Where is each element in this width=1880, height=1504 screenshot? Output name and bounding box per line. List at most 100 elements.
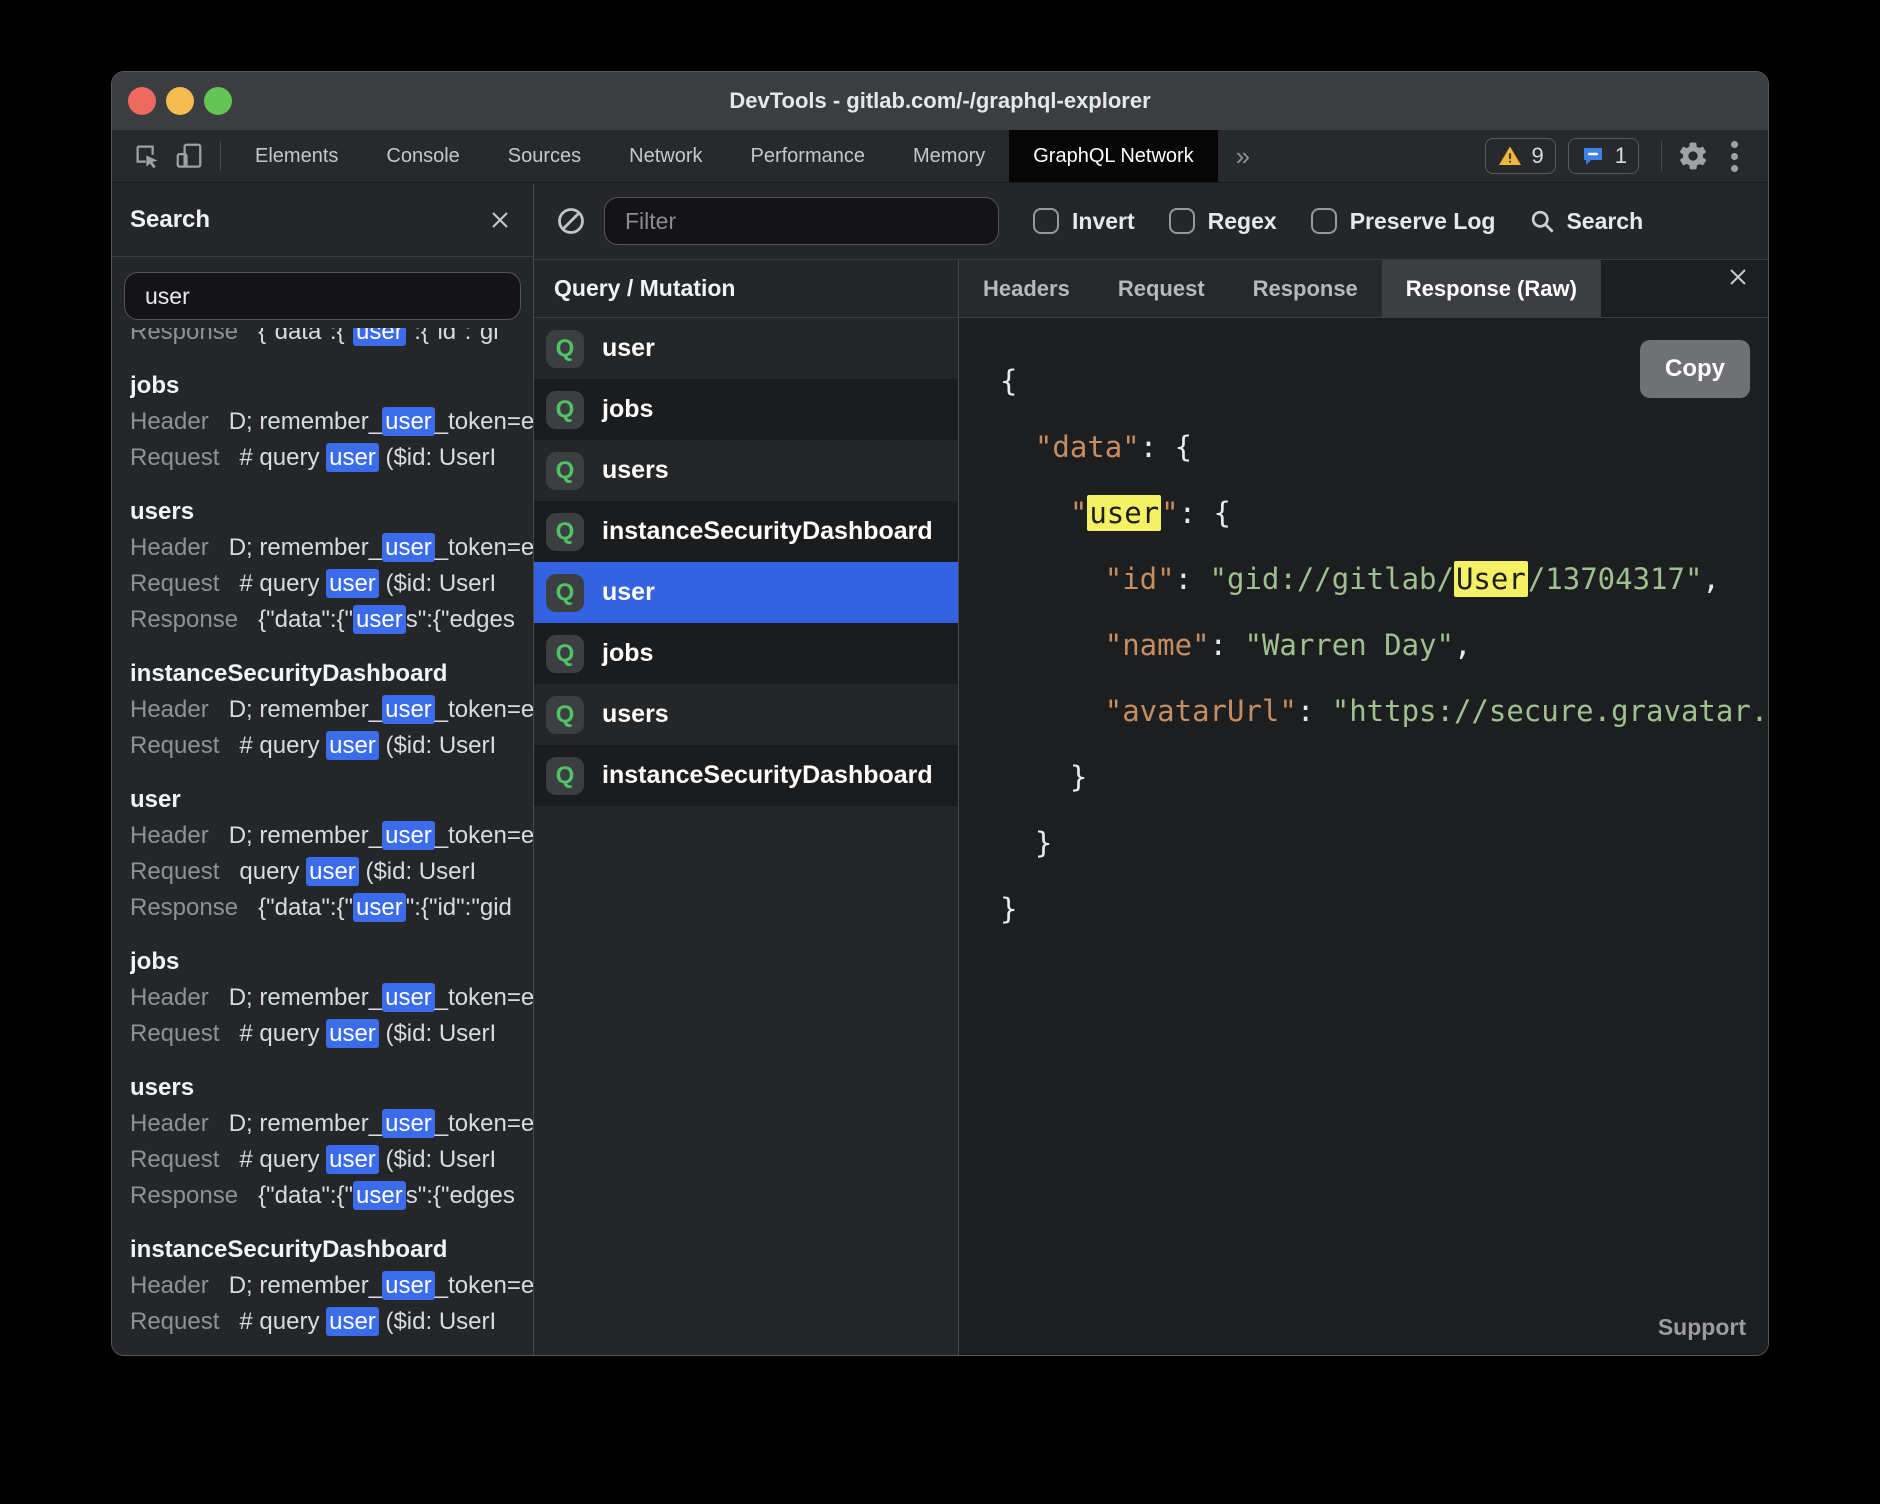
tab-console[interactable]: Console — [362, 130, 483, 182]
query-row-label: users — [602, 456, 669, 485]
issues-badge[interactable]: 1 — [1568, 138, 1639, 174]
clear-requests-icon[interactable] — [554, 204, 588, 238]
match-highlight: user — [382, 821, 435, 850]
search-result-line[interactable]: Response{"data":{"users":{"edges — [130, 1178, 533, 1214]
toolbar-search[interactable]: Search — [1529, 208, 1643, 235]
response-tab-request[interactable]: Request — [1094, 260, 1229, 317]
minimize-window-button[interactable] — [166, 87, 194, 115]
filter-checkbox-preserve-log[interactable]: Preserve Log — [1311, 208, 1496, 235]
tab-memory[interactable]: Memory — [889, 130, 1009, 182]
result-text: ":{"id":"gi — [406, 328, 499, 345]
response-tab-bar: HeadersRequestResponseResponse (Raw) — [959, 260, 1768, 318]
search-result-line[interactable]: HeaderD; remember_user_token=e — [130, 980, 533, 1016]
result-line-label: Header — [130, 822, 209, 849]
query-list: QuserQjobsQusersQinstanceSecurityDashboa… — [534, 318, 958, 806]
support-link[interactable]: Support — [1658, 1314, 1746, 1341]
search-result-line[interactable]: Request# query user ($id: UserI — [130, 728, 533, 764]
close-window-button[interactable] — [128, 87, 156, 115]
match-highlight: User — [1454, 561, 1528, 597]
query-type-icon: Q — [546, 635, 584, 673]
tab-graphql-network[interactable]: GraphQL Network — [1009, 130, 1217, 182]
filter-checkbox-regex[interactable]: Regex — [1169, 208, 1277, 235]
copy-button[interactable]: Copy — [1640, 340, 1750, 398]
raw-json: { "data": { "user": { "id": "gid://gitla… — [1000, 348, 1768, 1355]
match-highlight: user — [326, 1145, 379, 1174]
search-result-line[interactable]: HeaderD; remember_user_token=e — [130, 818, 533, 854]
devtools-window: DevTools - gitlab.com/-/graphql-explorer… — [112, 72, 1768, 1355]
result-text: D; remember_ — [229, 408, 382, 435]
search-result-line[interactable]: Response{"data":{"user":{"id":"gi — [130, 328, 533, 350]
json-token: "gid://gitlab/ — [1210, 562, 1454, 596]
tab-network[interactable]: Network — [605, 130, 726, 182]
device-toolbar-icon[interactable] — [168, 135, 210, 177]
query-row-user[interactable]: Quser — [534, 318, 958, 379]
search-result-line[interactable]: HeaderD; remember_user_token=e — [130, 530, 533, 566]
response-tab-headers[interactable]: Headers — [959, 260, 1094, 317]
close-detail-icon[interactable] — [1708, 260, 1768, 294]
checkbox-regex[interactable] — [1169, 208, 1195, 234]
match-highlight: user — [326, 1019, 379, 1048]
query-type-icon: Q — [546, 513, 584, 551]
response-tab-response[interactable]: Response — [1229, 260, 1382, 317]
close-search-icon[interactable] — [483, 203, 517, 237]
search-result-line[interactable]: Requestquery user ($id: UserI — [130, 854, 533, 890]
json-token: : { — [1140, 430, 1192, 464]
query-type-icon: Q — [546, 574, 584, 612]
search-result-line[interactable]: Request# query user ($id: UserI — [130, 1016, 533, 1052]
search-result-line[interactable]: HeaderD; remember_user_token=e — [130, 1268, 533, 1304]
title-bar: DevTools - gitlab.com/-/graphql-explorer — [112, 72, 1768, 130]
warnings-badge[interactable]: 9 — [1485, 138, 1556, 174]
checkbox-invert[interactable] — [1033, 208, 1059, 234]
devtools-body: Search Response{"data":{"user":{"id":"gi… — [112, 183, 1768, 1355]
query-row-label: user — [602, 578, 655, 607]
checkbox-preserve-log[interactable] — [1311, 208, 1337, 234]
search-result-line[interactable]: Request# query user ($id: UserI — [130, 566, 533, 602]
filter-input[interactable] — [604, 197, 999, 245]
screen: { "window": { "title": "DevTools - gitla… — [0, 0, 1880, 1504]
query-type-icon: Q — [546, 696, 584, 734]
search-result-line[interactable]: HeaderD; remember_user_token=e — [130, 404, 533, 440]
result-text: ($id: UserI — [379, 1146, 496, 1173]
query-row-instancesecuritydashboard[interactable]: QinstanceSecurityDashboard — [534, 501, 958, 562]
result-text: _token=e — [435, 534, 533, 561]
match-highlight: user — [326, 569, 379, 598]
tab-performance[interactable]: Performance — [727, 130, 890, 182]
query-row-jobs[interactable]: Qjobs — [534, 623, 958, 684]
filter-checkbox-invert[interactable]: Invert — [1033, 208, 1135, 235]
kebab-menu-icon[interactable] — [1714, 135, 1754, 177]
json-token: : { — [1179, 496, 1231, 530]
search-panel-title: Search — [130, 206, 483, 234]
json-token: "data" — [1035, 430, 1140, 464]
response-tab-response-raw[interactable]: Response (Raw) — [1382, 260, 1601, 317]
match-highlight: user — [382, 695, 435, 724]
search-result-line[interactable]: Request# query user ($id: UserI — [130, 1304, 533, 1340]
inspect-element-icon[interactable] — [126, 135, 168, 177]
search-panel: Search Response{"data":{"user":{"id":"gi… — [112, 183, 534, 1355]
query-row-users[interactable]: Qusers — [534, 440, 958, 501]
result-text: {"data":{" — [258, 1182, 353, 1209]
query-row-user[interactable]: Quser — [534, 562, 958, 623]
search-result-line[interactable]: HeaderD; remember_user_token=e — [130, 1106, 533, 1142]
result-text: _token=e — [435, 1110, 533, 1137]
tab-elements[interactable]: Elements — [231, 130, 362, 182]
query-row-instancesecuritydashboard[interactable]: QinstanceSecurityDashboard — [534, 745, 958, 806]
match-highlight: user — [382, 1271, 435, 1300]
search-input[interactable] — [124, 272, 521, 320]
match-highlight: user — [326, 731, 379, 760]
maximize-window-button[interactable] — [204, 87, 232, 115]
search-result-line[interactable]: Response{"data":{"user":{"id":"gid — [130, 890, 533, 926]
query-type-icon: Q — [546, 452, 584, 490]
search-result-line[interactable]: Request# query user ($id: UserI — [130, 1142, 533, 1178]
search-result-line[interactable]: Response{"data":{"users":{"edges — [130, 602, 533, 638]
search-result-group-title: user — [130, 782, 533, 818]
json-token: , — [1454, 628, 1471, 662]
result-text: _token=e — [435, 984, 533, 1011]
toolbar-search-label: Search — [1566, 208, 1643, 235]
settings-gear-icon[interactable] — [1672, 135, 1714, 177]
search-result-line[interactable]: HeaderD; remember_user_token=e — [130, 692, 533, 728]
more-tabs-chevron-icon[interactable]: » — [1218, 141, 1268, 172]
search-result-line[interactable]: Request# query user ($id: UserI — [130, 440, 533, 476]
query-row-users[interactable]: Qusers — [534, 684, 958, 745]
query-row-jobs[interactable]: Qjobs — [534, 379, 958, 440]
tab-sources[interactable]: Sources — [484, 130, 605, 182]
